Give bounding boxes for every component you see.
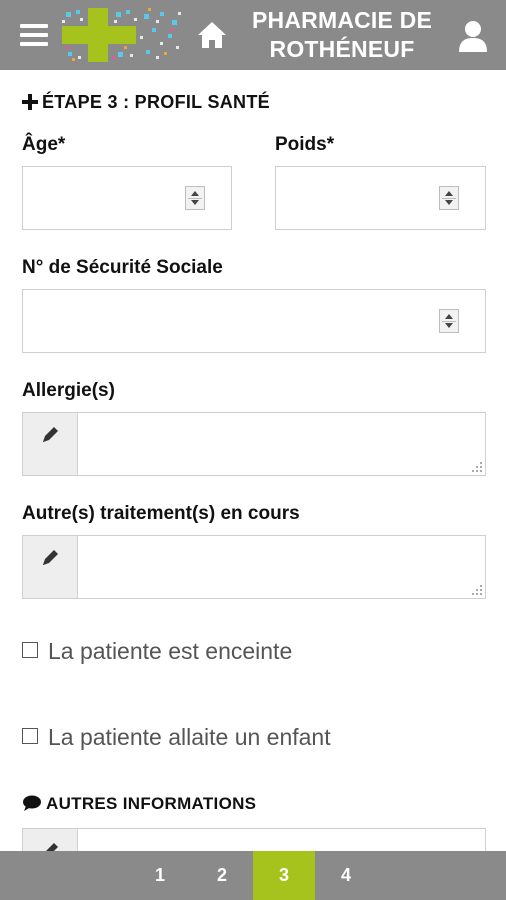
pencil-icon [43,550,58,565]
secu-label: N° de Sécurité Sociale [22,257,223,278]
enceinte-row[interactable]: La patiente est enceinte [22,638,292,665]
plus-icon [22,94,38,110]
age-spinner[interactable] [185,186,205,210]
poids-label: Poids* [275,134,335,155]
allergies-textarea[interactable] [79,413,485,475]
enceinte-checkbox[interactable] [22,642,38,658]
pencil-icon [43,427,58,442]
page-1-button[interactable]: 1 [129,851,191,900]
age-label: Âge* [22,134,66,155]
home-icon[interactable] [196,20,228,50]
traitements-addon [23,536,78,598]
page-4-button[interactable]: 4 [315,851,377,900]
comment-icon [23,795,41,811]
pharmacy-title: PHARMACIE DE ROTHÉNEUF [236,6,448,64]
menu-icon[interactable] [20,24,48,46]
page-3-button[interactable]: 3 [253,851,315,900]
resize-grip-icon[interactable] [472,585,482,595]
allergies-field [22,412,486,476]
resize-grip-icon[interactable] [472,462,482,472]
enceinte-label[interactable]: La patiente est enceinte [48,638,292,664]
page-2-button[interactable]: 2 [191,851,253,900]
traitements-field [22,535,486,599]
title-line-2: ROTHÉNEUF [269,36,415,62]
traitements-textarea[interactable] [79,536,485,598]
allaite-row[interactable]: La patiente allaite un enfant [22,724,331,751]
autres-title: AUTRES INFORMATIONS [22,794,256,814]
age-input[interactable] [22,166,232,230]
allaite-label[interactable]: La patiente allaite un enfant [48,724,331,750]
secu-input[interactable] [22,289,486,353]
app-header: PHARMACIE DE ROTHÉNEUF [0,0,506,70]
autres-title-text: AUTRES INFORMATIONS [46,794,257,813]
poids-spinner[interactable] [439,186,459,210]
poids-input[interactable] [275,166,486,230]
user-icon[interactable] [458,20,488,52]
title-line-1: PHARMACIE DE [251,7,433,33]
pharmacy-logo [62,8,181,62]
step-pagination: 1 2 3 4 [0,851,506,900]
step-title-text: ÉTAPE 3 : PROFIL SANTÉ [42,92,270,112]
allergies-label: Allergie(s) [22,380,115,401]
allaite-checkbox[interactable] [22,728,38,744]
secu-spinner[interactable] [439,309,459,333]
step-title: ÉTAPE 3 : PROFIL SANTÉ [22,92,270,113]
allergies-addon [23,413,78,475]
traitements-label: Autre(s) traitement(s) en cours [22,503,300,524]
